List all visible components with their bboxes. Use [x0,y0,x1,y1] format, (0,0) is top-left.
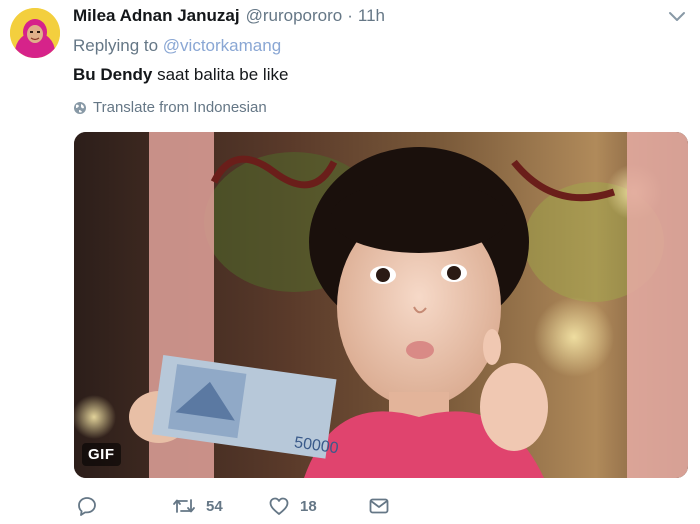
replying-prefix: Replying to [73,36,159,55]
like-button[interactable]: 18 [268,494,317,518]
gif-image: 50000 [74,132,688,478]
envelope-icon [369,498,389,514]
tweet-text-rest: saat balita be like [152,65,289,84]
retweet-icon [173,499,195,513]
heart-icon [269,497,289,515]
tweet-actions: 54 18 [76,494,476,518]
like-count: 18 [300,497,317,515]
tweet-text: Bu Dendy saat balita be like [73,65,288,85]
reply-mention-link[interactable]: @victorkamang [163,36,281,55]
chevron-down-icon [669,12,685,21]
avatar[interactable] [10,8,60,58]
gif-badge: GIF [82,443,121,466]
tweet-card: Milea Adnan Januzaj @ruropororo · 11h Re… [0,0,700,524]
globe-icon [74,101,86,114]
display-name[interactable]: Milea Adnan Januzaj [73,6,240,26]
reply-button[interactable] [76,494,98,518]
more-options-button[interactable] [668,10,686,22]
avatar-image [10,8,60,58]
tweet-header: Milea Adnan Januzaj @ruropororo · 11h [73,6,680,28]
direct-message-button[interactable] [368,494,390,518]
replying-to: Replying to @victorkamang [73,36,281,56]
user-handle[interactable]: @ruropororo [246,6,343,26]
separator-dot: · [347,6,353,25]
retweet-button[interactable]: 54 [172,494,223,518]
retweet-count: 54 [206,497,223,515]
reply-icon [78,497,96,516]
tweet-text-bold: Bu Dendy [73,65,153,84]
translate-link[interactable]: Translate from Indonesian [73,99,267,116]
translate-label: Translate from Indonesian [93,99,267,116]
gif-media[interactable]: 50000 GIF [74,132,688,478]
timestamp[interactable]: 11h [358,6,385,26]
